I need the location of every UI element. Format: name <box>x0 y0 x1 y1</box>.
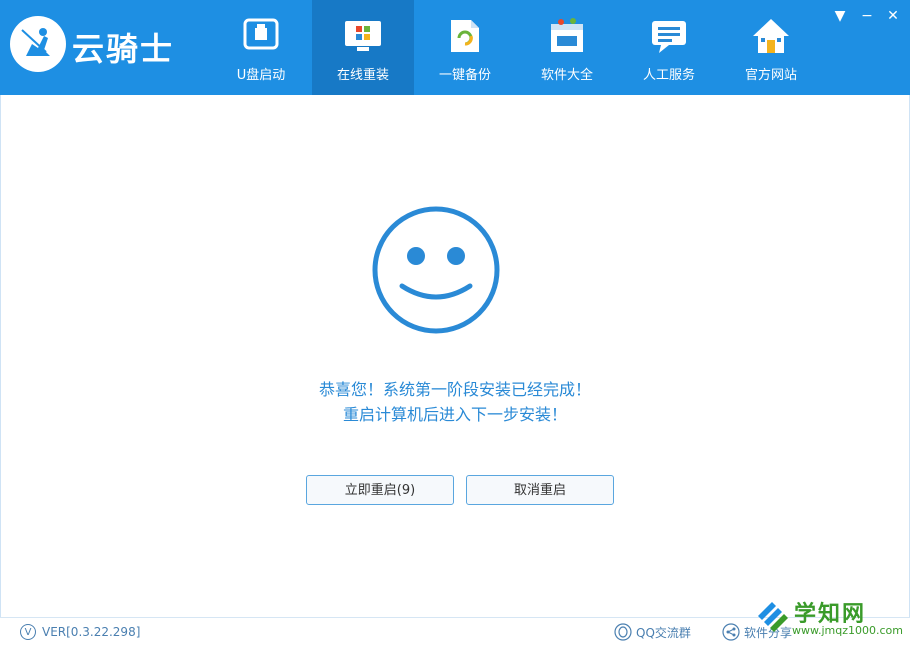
qq-icon <box>614 623 632 641</box>
nav-label: 官方网站 <box>720 64 822 83</box>
nav-label: 人工服务 <box>618 64 720 83</box>
nav-label: U盘启动 <box>210 64 312 83</box>
version-text: VER[0.3.22.298] <box>42 625 140 639</box>
qq-group-label: QQ交流群 <box>636 624 691 641</box>
home-icon <box>751 16 791 56</box>
backup-document-icon <box>445 16 485 56</box>
nav-label: 软件大全 <box>516 64 618 83</box>
close-button[interactable]: ✕ <box>882 6 904 26</box>
cancel-restart-button[interactable]: 取消重启 <box>466 475 614 505</box>
watermark-url: www.jmqz1000.com <box>792 624 903 637</box>
nav-one-click-backup[interactable]: 一键备份 <box>414 0 516 95</box>
software-box-icon <box>547 16 587 56</box>
menu-dropdown-button[interactable]: ▼ <box>829 6 851 26</box>
main-content: 恭喜您！系统第一阶段安装已经完成！ 重启计算机后进入下一步安装！ 立即重启(9)… <box>0 95 910 617</box>
success-message: 恭喜您！系统第一阶段安装已经完成！ <box>1 376 909 400</box>
nav-software-store[interactable]: 软件大全 <box>516 0 618 95</box>
qq-group-link[interactable]: QQ交流群 <box>614 623 691 641</box>
restart-now-button[interactable]: 立即重启(9) <box>306 475 454 505</box>
version-info: V VER[0.3.22.298] <box>20 623 140 641</box>
minimize-button[interactable]: − <box>856 6 878 26</box>
top-toolbar: 云骑士 U盘启动 在线重装 <box>0 0 910 95</box>
share-icon <box>722 623 740 641</box>
usb-drive-icon <box>241 16 281 56</box>
nav-online-reinstall[interactable]: 在线重装 <box>312 0 414 95</box>
restart-hint-message: 重启计算机后进入下一步安装！ <box>1 401 909 425</box>
windows-logo-icon <box>754 594 794 638</box>
nav-usb-boot[interactable]: U盘启动 <box>210 0 312 95</box>
app-logo: 云骑士 <box>8 12 208 76</box>
logo-text: 云骑士 <box>72 24 174 70</box>
nav-human-service[interactable]: 人工服务 <box>618 0 720 95</box>
chat-service-icon <box>649 16 689 56</box>
smiley-icon <box>370 204 502 336</box>
nav-label: 一键备份 <box>414 64 516 83</box>
nav-label: 在线重装 <box>312 64 414 83</box>
chevron-down-icon: V <box>20 624 36 640</box>
nav-official-website[interactable]: 官方网站 <box>720 0 822 95</box>
windows-monitor-icon <box>343 16 383 56</box>
knight-logo-icon <box>10 16 66 72</box>
site-watermark: 学知网 www.jmqz1000.com <box>752 590 910 645</box>
